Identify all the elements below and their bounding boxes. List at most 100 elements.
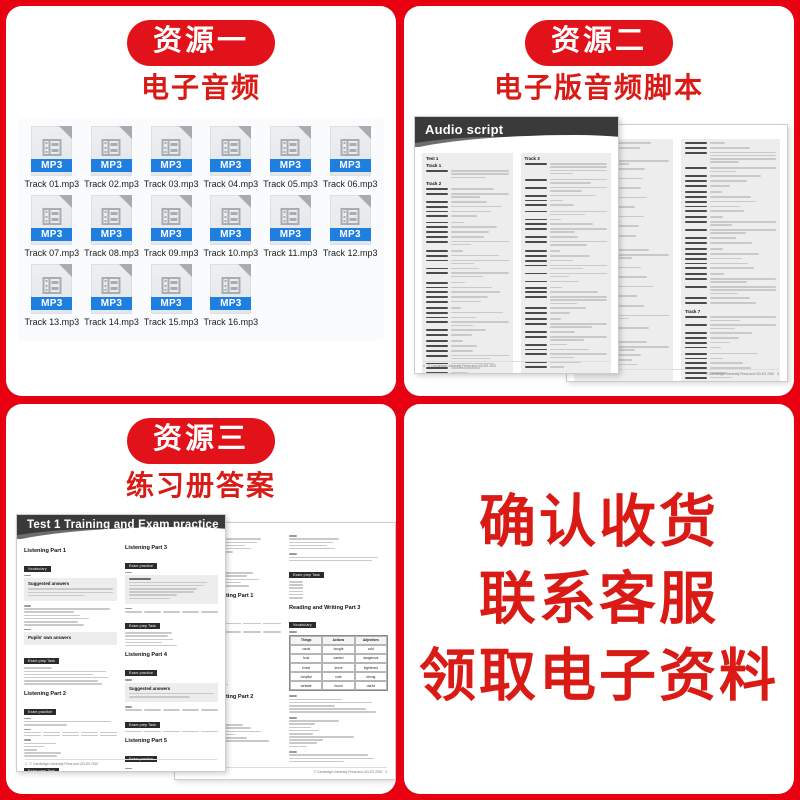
mp3-format-band: MP3	[90, 297, 132, 311]
mp3-file-icon[interactable]: MP3	[150, 195, 192, 246]
test-heading: Test 1	[426, 156, 439, 162]
promo-poster: 资源一 电子音频 MP3 Track 01.mp3 MP3 Track 02.mp3 M…	[0, 0, 800, 800]
section-tag: Vocabulary	[24, 565, 51, 572]
mp3-file-item[interactable]: MP3 Track 13.mp3	[22, 264, 82, 327]
section-tag: Exam prep Task	[289, 572, 325, 579]
note-heading: Suggested answers	[129, 685, 171, 691]
mp3-file-icon[interactable]: MP3	[150, 264, 192, 315]
answer-key-left-footer: 2 © Cambridge University Press and UCLES…	[25, 759, 217, 766]
mp3-file-item[interactable]: MP3 Track 04.mp3	[201, 126, 261, 189]
mp3-file-icon[interactable]: MP3	[269, 126, 311, 177]
table-cell: useful	[354, 681, 387, 691]
section-tag: Exam practice	[125, 562, 158, 569]
resource-card-audio: 资源一 电子音频 MP3 Track 01.mp3 MP3 Track 02.mp3 M…	[6, 6, 396, 396]
mp3-format-band: MP3	[150, 228, 192, 242]
resource-card-answers: 资源三 练习册答案 Test 1 Training and Exam pract…	[6, 404, 396, 794]
table-cell: dangerous	[354, 654, 387, 664]
mp3-format-band: MP3	[31, 228, 73, 242]
mp3-format-band: MP3	[150, 297, 192, 311]
film-strip-icon	[101, 139, 121, 157]
mp3-file-icon[interactable]: MP3	[210, 126, 252, 177]
mp3-file-item[interactable]: MP3 Track 12.mp3	[320, 195, 380, 258]
audio-script-banner: Audio script	[415, 117, 618, 148]
page-fold-icon	[297, 195, 311, 209]
page-fold-icon	[178, 264, 192, 278]
film-strip-icon	[42, 139, 62, 157]
mp3-file-item[interactable]: MP3 Track 08.mp3	[82, 195, 142, 258]
page-fold-icon	[59, 264, 73, 278]
resource-badge-three: 资源三	[126, 418, 275, 465]
mp3-file-icon[interactable]: MP3	[329, 195, 371, 246]
mp3-format-band: MP3	[31, 159, 73, 173]
page-number: 4	[423, 364, 425, 369]
film-strip-icon	[161, 208, 181, 226]
film-strip-icon	[340, 208, 360, 226]
mp3-file-icon[interactable]: MP3	[90, 126, 132, 177]
mp3-file-icon[interactable]: MP3	[150, 126, 192, 177]
mp3-file-item[interactable]: MP3 Track 07.mp3	[22, 195, 82, 258]
answer-key-left-col-1: Listening Part 1 Vocabulary Suggested an…	[24, 545, 117, 772]
mp3-file-item[interactable]: MP3 Track 03.mp3	[141, 126, 201, 189]
audio-script-page-left: Audio script Test 1 Track 1 Track 2 Trac…	[414, 116, 619, 375]
copyright-text: © Cambridge University Press and UCLES 2…	[313, 770, 383, 775]
answer-key-left-body: Listening Part 1 Vocabulary Suggested an…	[17, 539, 225, 772]
table-cell: cards	[290, 644, 323, 655]
mp3-file-item[interactable]: MP3 Track 14.mp3	[82, 264, 142, 327]
mp3-file-item[interactable]: MP3 Track 15.mp3	[141, 264, 201, 327]
track-heading: Track 7	[685, 309, 701, 315]
mp3-file-icon[interactable]: MP3	[90, 264, 132, 315]
film-strip-icon	[221, 139, 241, 157]
mp3-file-panel: MP3 Track 01.mp3 MP3 Track 02.mp3 MP3 Track 0…	[18, 118, 384, 342]
mp3-file-item[interactable]: MP3 Track 01.mp3	[22, 126, 82, 189]
mp3-format-band: MP3	[210, 228, 252, 242]
mp3-file-label: Track 08.mp3	[84, 248, 139, 259]
mp3-file-icon[interactable]: MP3	[31, 126, 73, 177]
mp3-file-label: Track 10.mp3	[203, 248, 259, 259]
table-cell: frightened	[354, 663, 387, 673]
mp3-file-item[interactable]: MP3 Track 09.mp3	[141, 195, 201, 258]
table-cell: forest	[290, 663, 323, 673]
mp3-file-icon[interactable]: MP3	[329, 126, 371, 177]
mp3-file-label: Track 06.mp3	[322, 179, 378, 190]
badge-wrap-audio: 资源一	[6, 20, 396, 67]
resource-badge-two: 资源二	[524, 20, 673, 67]
film-strip-icon	[340, 139, 360, 157]
film-strip-icon	[42, 277, 62, 295]
answer-key-left-col-2: Listening Part 3 Exam practice Exam prep…	[125, 545, 218, 772]
table-cell: food	[290, 654, 323, 664]
mp3-file-label: Track 12.mp3	[322, 248, 378, 259]
table-cell: drove	[322, 663, 355, 673]
mp3-file-item[interactable]: MP3 Track 05.mp3	[261, 126, 321, 189]
film-strip-icon	[101, 277, 121, 295]
audio-script-left-body: Test 1 Track 1 Track 2 Track 3	[415, 147, 618, 374]
copyright-text: © Cambridge University Press and UCLES 2…	[427, 364, 497, 369]
mp3-file-label: Track 01.mp3	[24, 179, 80, 190]
answer-key-book-spread: Test 1 Training and Exam practice Listen…	[16, 514, 396, 782]
note-heading: Suggested answers	[28, 581, 70, 587]
mp3-file-item[interactable]: MP3 Track 16.mp3	[201, 264, 261, 327]
section-tag: Vocabulary	[289, 622, 316, 629]
mp3-file-item[interactable]: MP3 Track 06.mp3	[320, 126, 380, 189]
section-tag: Exam prep Task	[125, 623, 161, 630]
mp3-format-band: MP3	[210, 297, 252, 311]
mp3-file-icon[interactable]: MP3	[31, 195, 73, 246]
badge-wrap-answers: 资源三	[6, 418, 396, 465]
audio-script-book-spread: Audio script Test 1 Track 1 Track 2 Trac…	[414, 116, 788, 384]
page-fold-icon	[118, 264, 132, 278]
mp3-file-icon[interactable]: MP3	[210, 264, 252, 315]
mp3-file-icon[interactable]: MP3	[90, 195, 132, 246]
resource-card-cta: 确认收货 联系客服 领取电子资料	[404, 404, 794, 794]
section-tag: Exam practice	[24, 708, 57, 715]
page-fold-icon	[178, 126, 192, 140]
mp3-file-item[interactable]: MP3 Track 02.mp3	[82, 126, 142, 189]
section-tag: Exam prep Task	[24, 658, 60, 665]
page-fold-icon	[59, 195, 73, 209]
audio-script-right-col-2: Track 7	[681, 139, 780, 382]
mp3-file-item[interactable]: MP3 Track 11.mp3	[261, 195, 321, 258]
section-heading: Listening Part 1	[24, 548, 66, 555]
mp3-file-item[interactable]: MP3 Track 10.mp3	[201, 195, 261, 258]
mp3-file-icon[interactable]: MP3	[31, 264, 73, 315]
mp3-file-icon[interactable]: MP3	[269, 195, 311, 246]
mp3-file-icon[interactable]: MP3	[210, 195, 252, 246]
section-heading: Listening Part 3	[125, 545, 167, 552]
